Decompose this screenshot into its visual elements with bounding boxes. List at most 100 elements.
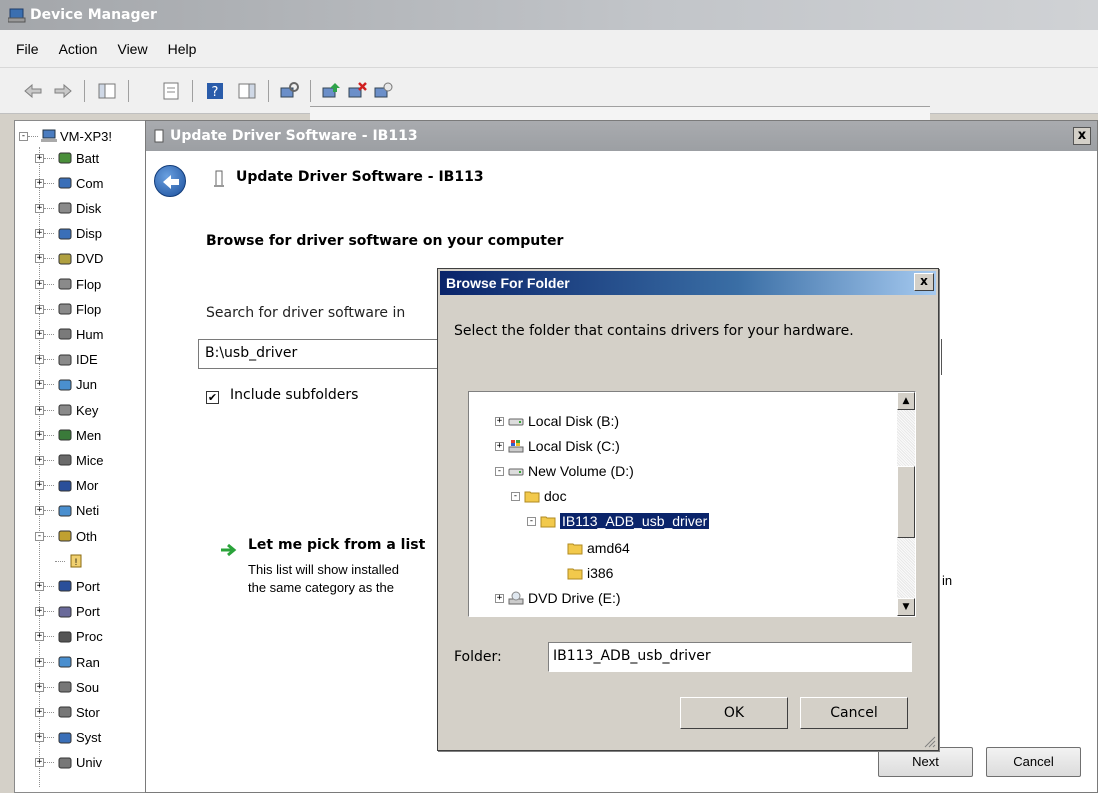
collapse-toggle[interactable]: -	[35, 531, 44, 541]
device-category-row[interactable]: + Univ	[35, 752, 102, 774]
update-driver-icon[interactable]	[320, 80, 342, 102]
device-category-row[interactable]: + Flop	[35, 298, 101, 320]
expand-toggle[interactable]: +	[35, 481, 44, 491]
vertical-scrollbar[interactable]: ▲ ▼	[897, 392, 915, 616]
help-icon[interactable]: ?	[204, 80, 226, 102]
expand-toggle[interactable]: +	[35, 380, 44, 390]
expand-toggle[interactable]: +	[35, 203, 44, 213]
collapse-toggle[interactable]: -	[495, 466, 504, 476]
device-category-row[interactable]: + Flop	[35, 273, 101, 295]
close-icon[interactable]: x	[1073, 127, 1091, 145]
browse-instruction: Select the folder that contains drivers …	[454, 323, 854, 339]
device-category-row[interactable]: + DVD	[35, 248, 103, 270]
device-category-row[interactable]: + Syst	[35, 727, 101, 749]
device-category-row[interactable]: + Stor	[35, 701, 100, 723]
expand-toggle[interactable]: +	[35, 455, 44, 465]
include-subfolders-checkbox[interactable]: ✔	[206, 391, 219, 404]
collapse-toggle[interactable]: -	[511, 491, 520, 501]
device-category-row[interactable]: + Hum	[35, 323, 103, 345]
device-category-row[interactable]: + IDE	[35, 349, 98, 371]
menu-action[interactable]: Action	[49, 41, 108, 57]
folder-tree-item[interactable]: - IB113_ADB_usb_driver	[527, 510, 711, 532]
device-category-label: Disp	[76, 226, 103, 242]
expand-toggle[interactable]: +	[35, 153, 44, 163]
folder-tree-item[interactable]: i386	[567, 562, 613, 584]
expand-toggle[interactable]: +	[35, 733, 44, 743]
scroll-down-arrow[interactable]: ▼	[897, 598, 915, 616]
collapse-toggle[interactable]: -	[19, 131, 28, 141]
expand-toggle[interactable]: +	[35, 279, 44, 289]
device-category-row[interactable]: + Batt	[35, 147, 99, 169]
tree-root-row[interactable]: - VM-XP3!	[19, 125, 112, 147]
back-button[interactable]	[154, 165, 186, 197]
expand-toggle[interactable]: +	[35, 657, 44, 667]
device-category-row[interactable]: + Neti	[35, 500, 99, 522]
device-category-row[interactable]: - Oth	[35, 525, 97, 547]
menu-file[interactable]: File	[6, 41, 49, 57]
pick-from-list-link[interactable]: Let me pick from a list	[248, 537, 425, 553]
folder-tree-item[interactable]: - New Volume (D:)	[495, 460, 634, 482]
expand-toggle[interactable]: +	[35, 707, 44, 717]
expand-toggle[interactable]: +	[495, 416, 504, 426]
expand-toggle[interactable]: +	[35, 405, 44, 415]
ok-button[interactable]: OK	[680, 697, 788, 729]
device-category-row[interactable]: + Disk	[35, 197, 101, 219]
folder-tree-label: IB113_ADB_usb_driver	[558, 512, 711, 530]
expand-toggle[interactable]: +	[35, 229, 44, 239]
scroll-thumb[interactable]	[897, 466, 915, 538]
device-category-row[interactable]: + Sou	[35, 676, 99, 698]
disable-device-icon[interactable]	[372, 80, 394, 102]
cancel-button[interactable]: Cancel	[800, 697, 908, 729]
uninstall-device-icon[interactable]	[346, 80, 368, 102]
expand-toggle[interactable]: +	[35, 506, 44, 516]
next-button[interactable]: Next	[878, 747, 973, 777]
expand-toggle[interactable]: +	[35, 304, 44, 314]
expand-toggle[interactable]: +	[35, 355, 44, 365]
expand-toggle[interactable]: +	[35, 329, 44, 339]
device-category-row[interactable]: + Disp	[35, 223, 102, 245]
device-category-row[interactable]: + Men	[35, 424, 101, 446]
scan-hardware-icon[interactable]	[278, 80, 300, 102]
expand-toggle[interactable]: +	[495, 593, 504, 603]
menu-help[interactable]: Help	[158, 41, 207, 57]
expand-toggle[interactable]: +	[35, 632, 44, 642]
expand-toggle[interactable]: +	[35, 581, 44, 591]
expand-toggle[interactable]: +	[35, 758, 44, 768]
expand-toggle[interactable]: +	[35, 178, 44, 188]
folder-tree-item[interactable]: amd64	[567, 537, 630, 559]
forward-arrow-icon[interactable]	[52, 80, 74, 102]
show-hide-tree-icon[interactable]	[96, 80, 118, 102]
device-category-row[interactable]: + Mice	[35, 449, 103, 471]
folder-input[interactable]: IB113_ADB_usb_driver	[548, 642, 912, 672]
close-icon[interactable]: x	[914, 273, 934, 291]
expand-toggle[interactable]: +	[35, 607, 44, 617]
menu-view[interactable]: View	[107, 41, 157, 57]
device-category-row[interactable]: + Jun	[35, 374, 97, 396]
device-category-icon	[58, 656, 72, 668]
expand-toggle[interactable]: +	[495, 441, 504, 451]
scroll-up-arrow[interactable]: ▲	[897, 392, 915, 410]
device-category-row[interactable]: + Port	[35, 575, 100, 597]
folder-tree-item[interactable]: - doc	[511, 485, 567, 507]
device-category-icon	[58, 580, 72, 592]
device-category-row[interactable]: !	[55, 550, 87, 572]
device-category-row[interactable]: + Ran	[35, 651, 100, 673]
device-category-row[interactable]: + Port	[35, 601, 100, 623]
collapse-toggle[interactable]: -	[527, 516, 536, 526]
device-category-row[interactable]: + Com	[35, 172, 103, 194]
resize-grip-icon[interactable]	[922, 734, 936, 748]
folder-tree-item[interactable]: + Local Disk (C:)	[495, 435, 620, 457]
folder-tree[interactable]: + Local Disk (B:) + Local Disk (C:) - New Vol…	[468, 391, 916, 617]
folder-tree-item[interactable]: + Local Disk (B:)	[495, 410, 619, 432]
cancel-button[interactable]: Cancel	[986, 747, 1081, 777]
expand-toggle[interactable]: +	[35, 430, 44, 440]
device-category-row[interactable]: + Mor	[35, 475, 98, 497]
folder-tree-item[interactable]: + DVD Drive (E:)	[495, 587, 621, 609]
expand-toggle[interactable]: +	[35, 254, 44, 264]
back-arrow-icon[interactable]	[22, 80, 44, 102]
action-pane-icon[interactable]	[236, 80, 258, 102]
properties-icon[interactable]	[160, 80, 182, 102]
device-category-row[interactable]: + Proc	[35, 626, 103, 648]
expand-toggle[interactable]: +	[35, 682, 44, 692]
device-category-row[interactable]: + Key	[35, 399, 98, 421]
